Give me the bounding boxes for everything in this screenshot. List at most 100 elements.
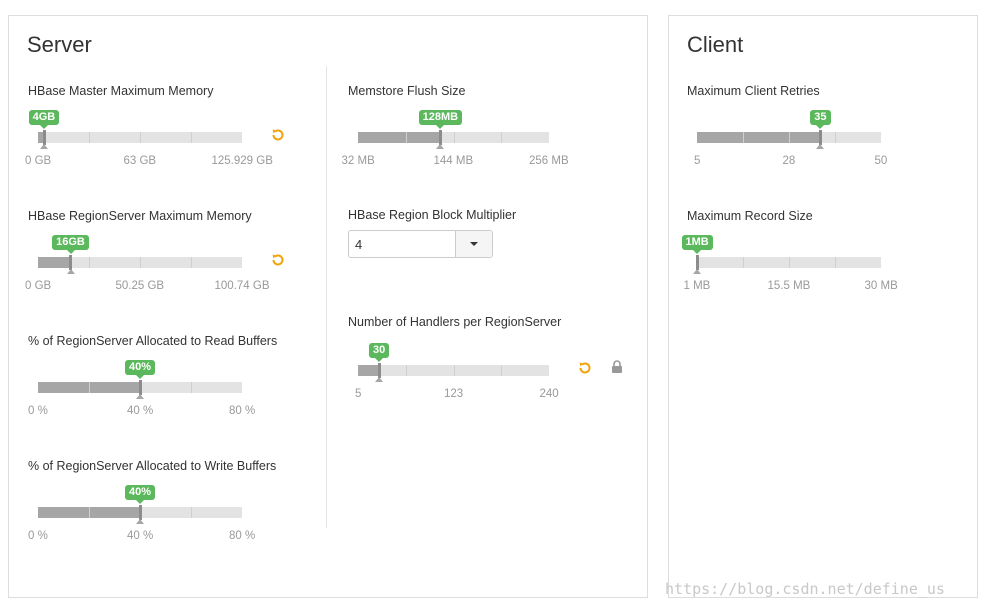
value-badge: 1MB (681, 235, 713, 254)
slider-pointer (136, 394, 144, 399)
slider-tick (453, 365, 455, 376)
write-buffers-slider[interactable]: 40% 0 % 40 % 80 % (28, 485, 328, 597)
slider-handle[interactable] (69, 255, 73, 270)
slider-tick (191, 257, 192, 268)
scale-label: 40 % (127, 530, 154, 542)
slider-tick (501, 132, 503, 143)
scale-label: 40 % (127, 405, 154, 417)
field-label: % of RegionServer Allocated to Read Buff… (28, 334, 278, 348)
scale-label: 5 (355, 388, 362, 400)
slider-track[interactable] (697, 257, 881, 268)
slider-fill (358, 365, 379, 376)
value-badge: 128MB (418, 110, 463, 129)
scale-label: 144 MB (433, 155, 474, 167)
scale-label: 123 (444, 388, 464, 400)
slider-pointer (693, 269, 701, 274)
value-badge: 4GB (28, 110, 60, 129)
slider-tick (789, 132, 790, 143)
value-badge: 40% (125, 360, 156, 379)
client-title: Client (687, 32, 744, 57)
slider-pointer (136, 519, 144, 524)
slider-pointer (66, 269, 75, 274)
slider-tick (743, 257, 744, 268)
scale-label: 240 (539, 388, 559, 400)
field-label: HBase Master Maximum Memory (28, 84, 214, 98)
scale-label: 80 % (229, 405, 256, 417)
field-label: HBase Region Block Multiplier (348, 208, 517, 222)
slider-handle[interactable] (42, 130, 46, 145)
slider-tick (501, 365, 503, 376)
slider-handle[interactable] (138, 505, 142, 520)
slider-tick (835, 257, 836, 268)
scale-label: 0 GB (25, 280, 52, 292)
scale-label: 50 (874, 155, 888, 167)
field-label: % of RegionServer Allocated to Write Buf… (28, 459, 277, 473)
field-label: HBase RegionServer Maximum Memory (28, 209, 252, 223)
field-label: Maximum Client Retries (687, 84, 820, 98)
slider-tick (191, 132, 192, 143)
slider-fill (358, 132, 441, 143)
slider-tick (89, 257, 90, 268)
value-badge: 30 (369, 343, 390, 362)
slider-track[interactable] (38, 132, 242, 143)
scale-label: 100.74 GB (214, 280, 270, 292)
slider-pointer (40, 144, 49, 149)
record-size-slider[interactable]: 1MB 1 MB 15.5 MB 30 MB (681, 235, 985, 347)
scale-label: 5 (694, 155, 701, 167)
slider-tick (89, 382, 90, 393)
scale-label: 63 GB (123, 155, 157, 167)
client-panel: Client Maximum Client Retries 35 5 28 50 Ma… (668, 15, 978, 598)
scale-label: 30 MB (864, 280, 898, 292)
slider-handle[interactable] (818, 130, 822, 145)
field-label: Memstore Flush Size (348, 84, 466, 98)
slider-tick (89, 132, 90, 143)
field-label: Number of Handlers per RegionServer (348, 315, 562, 329)
slider-fill (697, 132, 821, 143)
slider-handle[interactable] (377, 363, 381, 378)
scale-label: 32 MB (341, 155, 375, 167)
slider-tick (835, 132, 836, 143)
slider-tick (140, 132, 141, 143)
slider-tick (405, 132, 407, 143)
dropdown-button[interactable] (455, 231, 492, 257)
slider-handle[interactable] (695, 255, 699, 270)
slider-tick (191, 507, 192, 518)
undo-icon[interactable] (577, 360, 593, 376)
slider-track[interactable] (358, 365, 549, 376)
scale-label: 0 % (28, 530, 48, 542)
chevron-down-icon (470, 242, 478, 246)
slider-tick (405, 365, 407, 376)
slider-pointer (375, 377, 383, 382)
slider-pointer (436, 144, 445, 149)
scale-label: 256 MB (529, 155, 569, 167)
scale-label: 0 % (28, 405, 48, 417)
select-value: 4 (355, 237, 363, 252)
handlers-slider[interactable]: 30 5 123 240 (348, 343, 648, 455)
value-badge: 16GB (52, 235, 89, 254)
value-badge: 35 (810, 110, 831, 129)
slider-tick (743, 132, 744, 143)
value-badge: 40% (125, 485, 156, 504)
scale-label: 0 GB (25, 155, 52, 167)
undo-icon[interactable] (270, 252, 286, 268)
slider-handle[interactable] (438, 130, 442, 145)
slider-track[interactable] (697, 132, 881, 143)
server-title: Server (27, 32, 92, 57)
scale-label: 125.929 GB (211, 155, 273, 167)
scale-label: 28 (782, 155, 796, 167)
slider-track[interactable] (358, 132, 549, 143)
slider-fill (38, 257, 71, 268)
slider-tick (789, 257, 790, 268)
scale-label: 15.5 MB (767, 280, 811, 292)
server-panel: Server HBase Master Maximum Memory 4GB 0 … (8, 15, 648, 598)
slider-pointer (816, 144, 825, 149)
undo-icon[interactable] (270, 127, 286, 143)
slider-tick (89, 507, 90, 518)
slider-tick (191, 382, 192, 393)
scale-label: 1 MB (683, 280, 711, 292)
watermark: https://blog.csdn.net/define_us (665, 580, 945, 598)
block-multiplier-select[interactable]: 4 (348, 230, 493, 258)
slider-handle[interactable] (138, 380, 142, 395)
field-label: Maximum Record Size (687, 209, 813, 223)
slider-tick (453, 132, 455, 143)
